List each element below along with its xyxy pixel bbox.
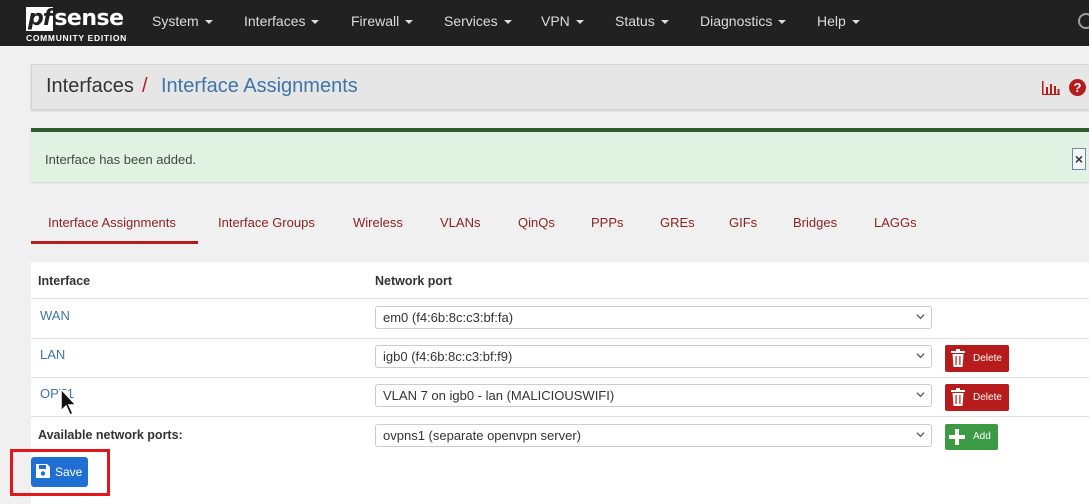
active-tab-indicator <box>31 241 198 244</box>
nav-diagnostics-label: Diagnostics <box>700 13 773 29</box>
nav-services-label: Services <box>444 13 498 29</box>
page-title[interactable]: Interface Assignments <box>161 75 358 98</box>
chevron-down-icon <box>311 20 320 25</box>
tab-ppps[interactable]: PPPs <box>591 215 624 230</box>
chevron-down-icon <box>851 20 860 25</box>
tab-bridges[interactable]: Bridges <box>793 215 837 230</box>
logo-edition: COMMUNITY EDITION <box>26 33 127 43</box>
row-divider <box>31 416 1089 417</box>
save-label: Save <box>55 465 83 479</box>
chevron-down-icon <box>575 20 584 25</box>
row-divider <box>31 298 1089 299</box>
interface-link-wan[interactable]: WAN <box>40 308 70 323</box>
nav-firewall[interactable]: Firewall <box>351 0 414 46</box>
mouse-cursor-icon <box>60 388 78 417</box>
chevron-down-icon <box>405 20 414 25</box>
tab-interface-groups[interactable]: Interface Groups <box>218 215 315 230</box>
available-ports-label: Available network ports: <box>38 428 183 442</box>
breadcrumb-interfaces: Interfaces <box>46 75 134 97</box>
chevron-down-icon <box>503 20 512 25</box>
help-icon[interactable]: ? <box>1069 79 1086 96</box>
header-interface: Interface <box>38 274 91 288</box>
tab-interface-assignments[interactable]: Interface Assignments <box>48 215 176 230</box>
available-port-select[interactable]: ovpns1 (separate openvpn server) <box>375 424 932 447</box>
nav-interfaces-label: Interfaces <box>244 13 306 29</box>
nav-status-label: Status <box>615 13 655 29</box>
network-port-select-lan[interactable]: igb0 (f4:6b:8c:c3:bf:f9) <box>375 345 932 368</box>
nav-help[interactable]: Help <box>817 0 860 46</box>
chevron-down-icon <box>916 314 925 320</box>
logout-icon[interactable] <box>1078 13 1089 29</box>
row-divider <box>31 338 1089 339</box>
network-port-select-wan[interactable]: em0 (f4:6b:8c:c3:bf:fa) <box>375 306 932 329</box>
delete-label: Delete <box>973 353 1002 364</box>
delete-label: Delete <box>973 392 1002 403</box>
add-label: Add <box>973 431 991 442</box>
logo-wordmark: pf sense <box>26 5 124 32</box>
add-interface-button[interactable]: Add <box>945 424 998 450</box>
pfsense-logo[interactable]: pf sense COMMUNITY EDITION <box>26 5 126 45</box>
chevron-down-icon <box>916 432 925 438</box>
nav-diagnostics[interactable]: Diagnostics <box>700 0 787 46</box>
tab-vlans[interactable]: VLANs <box>440 215 480 230</box>
nav-vpn-label: VPN <box>541 13 570 29</box>
select-value: igb0 (f4:6b:8c:c3:bf:f9) <box>383 349 513 364</box>
trash-icon <box>951 388 965 406</box>
tab-laggs[interactable]: LAGGs <box>874 215 917 230</box>
logo-pf: pf <box>26 5 54 31</box>
row-divider <box>31 377 1089 378</box>
alert-message: Interface has been added. <box>45 152 197 167</box>
chevron-down-icon <box>916 392 925 398</box>
tab-wireless[interactable]: Wireless <box>353 215 403 230</box>
nav-services[interactable]: Services <box>444 0 512 46</box>
select-value: em0 (f4:6b:8c:c3:bf:fa) <box>383 310 514 325</box>
success-alert: Interface has been added. × <box>31 128 1089 182</box>
nav-help-label: Help <box>817 13 846 29</box>
network-port-select-opt1[interactable]: VLAN 7 on igb0 - lan (MALICIOUSWIFI) <box>375 384 932 407</box>
chevron-down-icon <box>916 353 925 359</box>
chevron-down-icon <box>660 20 669 25</box>
interface-link-lan[interactable]: LAN <box>40 347 65 362</box>
tab-gres[interactable]: GREs <box>660 215 695 230</box>
select-value: ovpns1 (separate openvpn server) <box>383 428 582 443</box>
chevron-down-icon <box>778 20 787 25</box>
top-navbar: pf sense COMMUNITY EDITION System Interfa… <box>0 0 1089 46</box>
nav-system-label: System <box>152 13 199 29</box>
nav-interfaces[interactable]: Interfaces <box>244 0 320 46</box>
nav-status[interactable]: Status <box>615 0 669 46</box>
delete-opt1-button[interactable]: Delete <box>945 384 1009 411</box>
select-value: VLAN 7 on igb0 - lan (MALICIOUSWIFI) <box>383 388 615 403</box>
chevron-down-icon <box>204 20 213 25</box>
nav-firewall-label: Firewall <box>351 13 400 29</box>
tab-gifs[interactable]: GIFs <box>729 215 757 230</box>
floppy-disk-icon <box>36 464 50 478</box>
save-button[interactable]: Save <box>31 457 88 487</box>
header-network-port: Network port <box>375 274 453 288</box>
logo-sense: sense <box>54 5 124 31</box>
breadcrumb-separator: / <box>142 75 148 97</box>
delete-lan-button[interactable]: Delete <box>945 345 1009 372</box>
trash-icon <box>951 349 965 367</box>
close-icon[interactable]: × <box>1072 148 1086 170</box>
breadcrumb: Interfaces / Interface Assignments ? <box>31 64 1089 110</box>
bar-chart-icon[interactable] <box>1042 81 1060 95</box>
tab-qinqs[interactable]: QinQs <box>518 215 555 230</box>
nav-system[interactable]: System <box>152 0 213 46</box>
plus-icon <box>949 429 965 445</box>
nav-vpn[interactable]: VPN <box>541 0 584 46</box>
